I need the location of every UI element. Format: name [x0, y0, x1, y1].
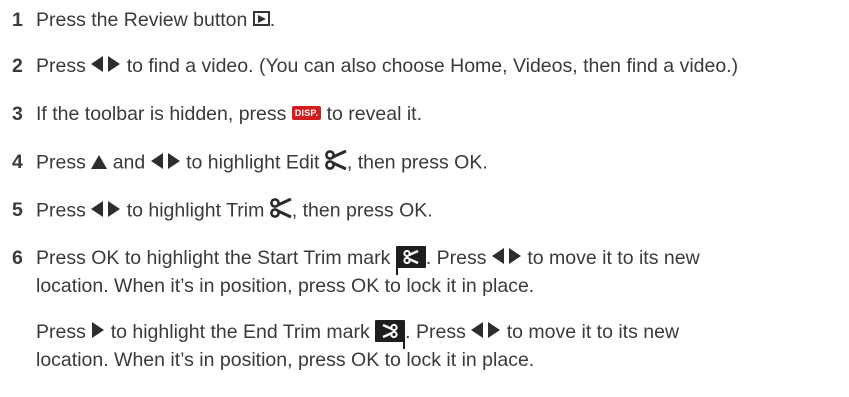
step-text: Press the Review button — [36, 9, 248, 31]
step-text: Press OK to highlight the Start Trim mar… — [36, 247, 391, 269]
right-arrow-icon — [91, 320, 105, 345]
step-text-2: and — [112, 151, 146, 174]
paragraph-text-2: to highlight the End Trim mark — [110, 321, 370, 343]
disp-button-badge: DISP. — [291, 105, 322, 120]
left-right-arrows-icon — [91, 54, 121, 79]
step-text-2: to reveal it. — [326, 103, 422, 125]
step-6: 6 Press OK to highlight the Start Trim m… — [12, 245, 700, 275]
step-1: 1 Press the Review button . — [12, 8, 275, 33]
end-trim-mark-icon — [375, 319, 406, 349]
step-text-3: to move it to its new — [527, 247, 700, 269]
up-arrow-icon — [91, 151, 108, 176]
left-right-arrows-icon — [91, 199, 121, 224]
left-right-arrows-icon — [150, 151, 181, 176]
left-right-arrows-icon — [471, 320, 501, 345]
step-number: 3 — [12, 103, 23, 125]
end-trim-paragraph: Press to highlight the End Trim mark . P… — [36, 319, 680, 349]
scissors-icon — [269, 197, 292, 225]
step-text: Press — [36, 199, 86, 222]
step-text-end: . — [269, 9, 276, 31]
step-text-4: , then press OK. — [346, 151, 488, 174]
paragraph-text-4: to move it to its new — [506, 321, 680, 343]
step-4: 4 Press and to highlight Edit , then pre… — [12, 149, 488, 177]
step-2: 2 Press to find a video. (You can also c… — [12, 54, 738, 79]
step-text-2: to find a video. (You can also choose Ho… — [126, 55, 739, 77]
step-number: 6 — [12, 247, 23, 269]
step-text-3: to highlight Edit — [186, 151, 320, 174]
step-6-line-2: location. When it’s in position, press O… — [36, 275, 535, 297]
left-right-arrows-icon — [491, 246, 522, 271]
step-text-2: . Press — [425, 247, 487, 269]
step-text-2: to highlight Trim — [126, 199, 265, 222]
step-text: Press — [36, 55, 86, 77]
scissors-icon — [324, 149, 347, 177]
step-number: 5 — [12, 199, 23, 221]
end-trim-line-2: location. When it’s in position, press O… — [36, 349, 535, 371]
step-text-3: , then press OK. — [291, 199, 433, 222]
paragraph-text-3: . Press — [405, 321, 466, 343]
step-text: If the toolbar is hidden, press — [36, 103, 287, 125]
step-3: 3 If the toolbar is hidden, press DISP. … — [12, 102, 422, 127]
step-number: 1 — [12, 9, 23, 31]
step-number: 4 — [12, 151, 23, 173]
review-play-icon — [252, 11, 270, 27]
start-trim-mark-icon — [395, 245, 426, 275]
paragraph-text: Press — [36, 321, 86, 343]
step-number: 2 — [12, 55, 23, 77]
step-5: 5 Press to highlight Trim , then press O… — [12, 197, 433, 225]
step-text: Press — [36, 151, 86, 174]
